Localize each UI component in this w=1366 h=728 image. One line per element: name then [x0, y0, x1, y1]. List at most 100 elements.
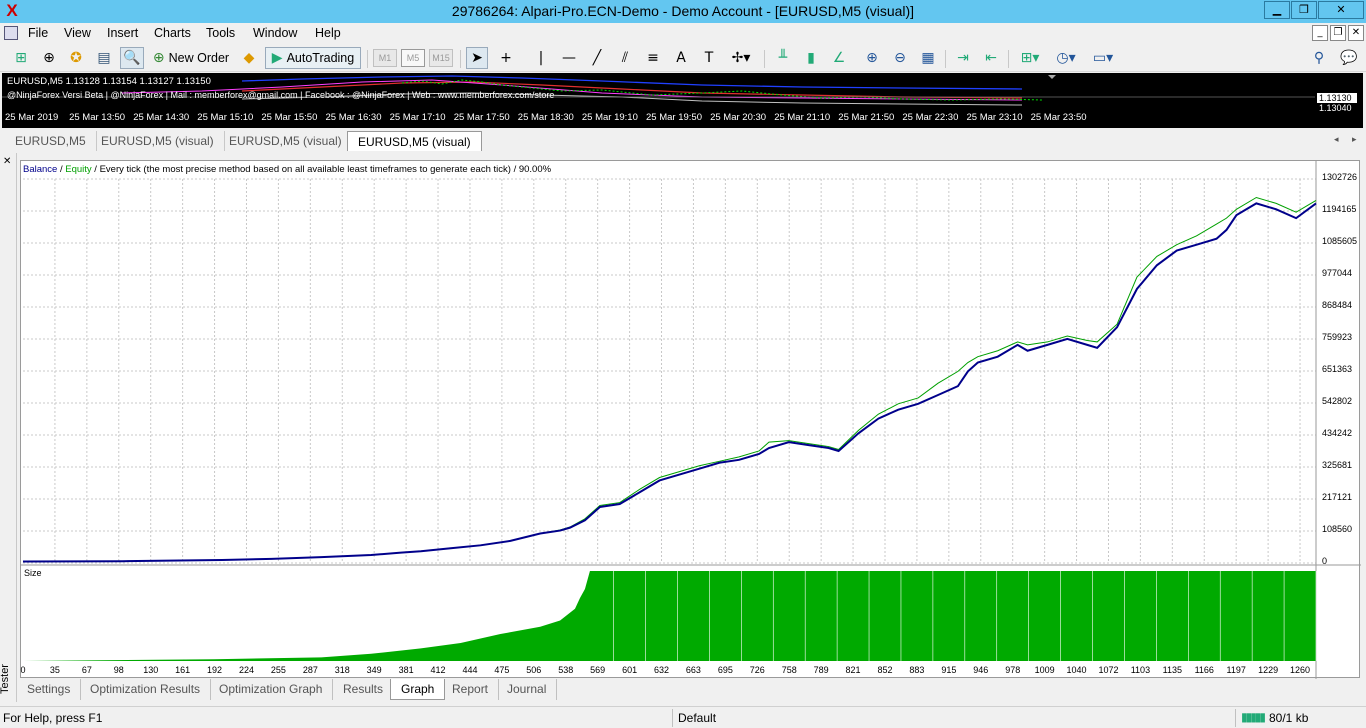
search-icon[interactable]: ⚲ [1308, 47, 1330, 69]
tab-journal[interactable]: Journal [497, 679, 558, 700]
maximize-button[interactable]: ❐ [1291, 1, 1317, 19]
x-tick-label: 1197 [1226, 665, 1246, 675]
size-panel-label: Size [24, 568, 42, 578]
size-bars [23, 571, 1316, 661]
legend-equity: Equity [65, 164, 92, 175]
chat-icon[interactable]: 💬 [1338, 47, 1360, 69]
strategy-tester-icon[interactable]: 🔍 [120, 47, 144, 69]
tab-graph[interactable]: Graph [390, 679, 446, 700]
templates-dropdown-icon[interactable]: ▭▾ [1088, 47, 1118, 69]
timeframe-m5-button[interactable]: M5 [401, 49, 425, 67]
toolbar: ⊞ ⊕ ✪ ▤ 🔍 ⊕ New Order ◆ ▶ AutoTrading M1 M… [0, 45, 1366, 72]
x-tick-label: 601 [622, 665, 638, 675]
candlestick-icon[interactable]: ▮ [800, 47, 822, 69]
text-label-icon[interactable]: T [698, 47, 720, 69]
new-chart-icon[interactable]: ⊞ [10, 47, 32, 69]
chart-tab[interactable]: EURUSD,M5 [5, 131, 97, 151]
menu-tools[interactable]: Tools [206, 26, 235, 40]
vertical-line-icon[interactable]: | [530, 47, 552, 69]
minimize-button[interactable]: ▁ [1264, 1, 1290, 19]
x-tick-label: 1166 [1194, 665, 1214, 675]
tab-optimization-results[interactable]: Optimization Results [80, 679, 212, 700]
menu-help[interactable]: Help [315, 26, 341, 40]
close-button[interactable]: ✕ [1318, 1, 1364, 19]
bar-chart-icon[interactable]: ╨ [772, 47, 794, 69]
chart-tab[interactable]: EURUSD,M5 (visual) [91, 131, 225, 151]
x-tick-label: 538 [558, 665, 574, 675]
timeframe-m15-button[interactable]: M15 [429, 49, 453, 67]
x-tick-label: 412 [430, 665, 446, 675]
mdi-minimize-button[interactable]: _ [1312, 25, 1328, 41]
tile-windows-icon[interactable]: ▦ [917, 47, 939, 69]
x-tick-label: 663 [685, 665, 701, 675]
equity-graph[interactable] [20, 160, 1361, 679]
zoom-out-icon[interactable]: ⊖ [889, 47, 911, 69]
time-tick-label: 25 Mar 2019 [5, 112, 59, 123]
new-order-button[interactable]: ⊕ New Order [150, 47, 232, 69]
line-chart-icon[interactable]: ∠ [828, 47, 850, 69]
status-bar: For Help, press F1 Default ▮▮▮▮▮ 80/1 kb [0, 706, 1366, 728]
mdi-close-button[interactable]: ✕ [1348, 25, 1364, 41]
profile-name: Default [678, 711, 717, 725]
x-tick-label: 224 [238, 665, 254, 675]
x-tick-label: 349 [366, 665, 382, 675]
y-tick-label: 1194165 [1322, 204, 1357, 214]
arrows-dropdown-icon[interactable]: ✢▾ [726, 47, 756, 69]
horizontal-line-icon[interactable]: — [558, 47, 580, 69]
time-tick-label: 25 Mar 17:50 [453, 112, 510, 123]
trendline-icon[interactable]: ╱ [586, 47, 608, 69]
timeframe-m1-button[interactable]: M1 [373, 49, 397, 67]
indicators-dropdown-icon[interactable]: ⊞▾ [1015, 47, 1045, 69]
time-tick-label: 25 Mar 23:10 [966, 112, 1023, 123]
toolbar-separator [367, 50, 368, 68]
menu-charts[interactable]: Charts [154, 26, 191, 40]
y-tick-label: 1085605 [1322, 236, 1358, 246]
tab-scroll-left-icon[interactable]: ◂ [1334, 134, 1339, 145]
navigator-icon[interactable]: ▤ [93, 47, 115, 69]
tab-report[interactable]: Report [442, 679, 500, 700]
x-tick-label: 726 [749, 665, 765, 675]
crosshair-profile-icon[interactable]: ⊕ [38, 47, 60, 69]
fibonacci-icon[interactable]: ≡ [642, 47, 664, 69]
favorites-icon[interactable]: ✪ [65, 47, 87, 69]
chart-tab[interactable]: EURUSD,M5 (visual) [219, 131, 353, 151]
channel-icon[interactable]: ⫽ [614, 47, 636, 69]
text-icon[interactable]: A [670, 47, 692, 69]
zoom-in-icon[interactable]: ⊕ [861, 47, 883, 69]
chart-shift-icon[interactable]: ⇤ [980, 47, 1002, 69]
x-tick-label: 883 [909, 665, 925, 675]
tester-close-icon[interactable]: ✕ [3, 156, 11, 167]
menu-view[interactable]: View [64, 26, 91, 40]
time-tick-label: 25 Mar 14:30 [133, 112, 190, 123]
auto-scroll-icon[interactable]: ⇥ [952, 47, 974, 69]
tab-scroll-right-icon[interactable]: ▸ [1352, 134, 1357, 145]
new-order-label: New Order [168, 51, 230, 65]
crosshair-icon[interactable]: + [495, 47, 517, 69]
tab-settings[interactable]: Settings [17, 679, 82, 700]
cursor-icon[interactable]: ➤ [466, 47, 488, 69]
y-tick-label: 325681 [1322, 460, 1353, 470]
y-tick-label: 759923 [1322, 332, 1353, 342]
autotrading-button[interactable]: ▶ AutoTrading [265, 47, 361, 69]
menu-window[interactable]: Window [253, 26, 297, 40]
tab-optimization-graph[interactable]: Optimization Graph [209, 679, 334, 700]
x-tick-label: 852 [877, 665, 893, 675]
menu-file[interactable]: File [28, 26, 48, 40]
metaeditor-icon[interactable]: ◆ [238, 47, 260, 69]
periods-dropdown-icon[interactable]: ◷▾ [1051, 47, 1081, 69]
price-chart[interactable]: EURUSD,M5 1.13128 1.13154 1.13127 1.1315… [2, 73, 1363, 128]
symbol-ohlc-header: EURUSD,M5 1.13128 1.13154 1.13127 1.1315… [7, 76, 211, 87]
y-tick-label: 651363 [1322, 364, 1353, 374]
tab-results[interactable]: Results [333, 679, 395, 700]
tester-tabs: Settings Optimization Results Optimizati… [17, 679, 1366, 700]
mdi-restore-button[interactable]: ❐ [1330, 25, 1346, 41]
time-tick-label: 25 Mar 19:10 [581, 112, 638, 123]
y-tick-label: 108560 [1322, 524, 1353, 534]
x-tick-label: 1260 [1290, 665, 1311, 675]
price-scale-label: 1.13040 [1319, 103, 1352, 113]
x-tick-label: 475 [494, 665, 510, 675]
ea-contact-text: @NinjaForex Versi Beta | @NinjaForex | M… [7, 90, 555, 100]
x-tick-label: 287 [302, 665, 318, 675]
chart-tab-active[interactable]: EURUSD,M5 (visual) [347, 131, 482, 151]
menu-insert[interactable]: Insert [107, 26, 138, 40]
